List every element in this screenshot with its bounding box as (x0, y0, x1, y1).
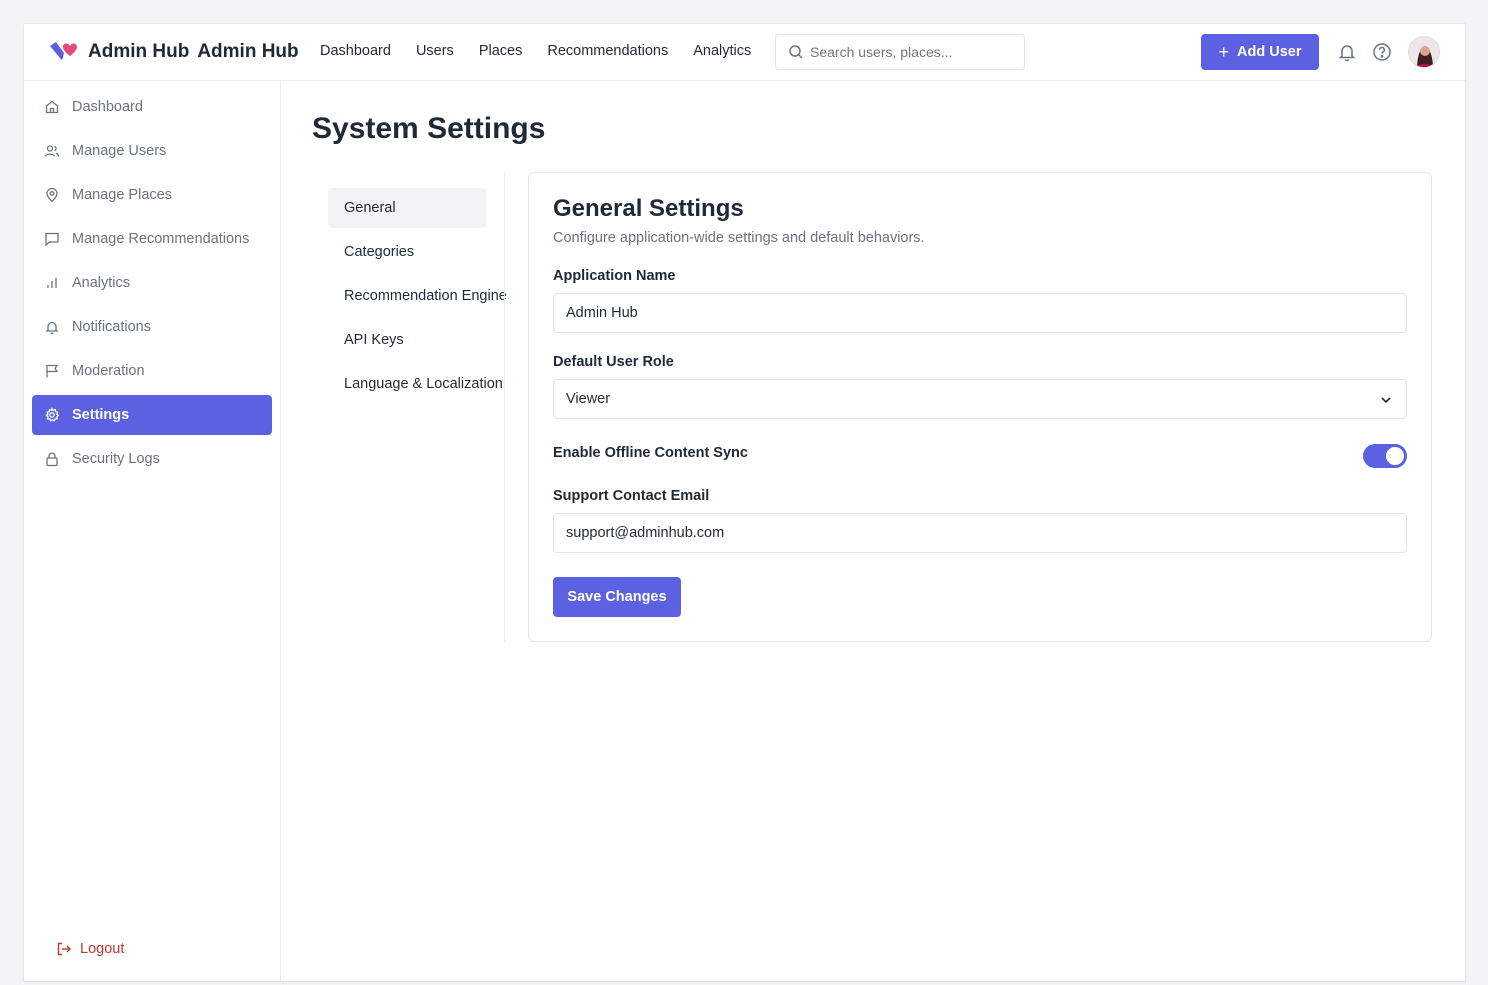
settings-tab-label: Language & Localization (344, 376, 503, 392)
sidebar-item-label: Analytics (72, 275, 131, 291)
bar-chart-icon (47, 278, 57, 288)
settings-tab-label: API Keys (344, 332, 404, 348)
logo-icon (50, 42, 77, 60)
sidebar-item-label: Manage Users (72, 143, 167, 159)
settings-tab-label: General (344, 200, 396, 216)
toggle-knob (1386, 447, 1404, 465)
brand-name-secondary: Admin Hub (197, 41, 299, 62)
search-box[interactable] (775, 34, 1025, 70)
settings-tab-api-keys[interactable]: API Keys (328, 320, 486, 360)
users-icon (44, 145, 60, 157)
support-email-input[interactable] (566, 525, 1406, 541)
sidebar-item-manage-recommendations[interactable]: Manage Recommendations (32, 219, 272, 259)
add-user-label: Add User (1237, 44, 1302, 60)
logout-icon (57, 942, 71, 956)
app-window: Admin Hub Admin Hub Dashboard Users Plac… (24, 24, 1465, 981)
app-name-label: Application Name (553, 268, 676, 284)
sidebar-item-security-logs[interactable]: Security Logs (32, 439, 272, 479)
app-name-input[interactable] (566, 305, 1406, 321)
sidebar-item-label: Manage Recommendations (72, 231, 250, 247)
topnav-users[interactable]: Users (416, 43, 454, 59)
settings-tab-label: Recommendation Engine (344, 288, 507, 304)
sidebar: Dashboard Manage Users Manage Places Man… (24, 81, 281, 981)
support-email-label: Support Contact Email (553, 488, 710, 504)
message-square-icon (45, 232, 59, 247)
bell-icon[interactable] (1336, 41, 1358, 63)
sidebar-item-settings[interactable]: Settings (32, 395, 272, 435)
brand[interactable]: Admin Hub Admin Hub (48, 38, 299, 66)
logout-button[interactable]: Logout (56, 941, 124, 957)
support-email-field[interactable] (553, 513, 1407, 553)
user-avatar-image (1409, 37, 1439, 67)
help-icon[interactable] (1371, 41, 1393, 63)
card-subtitle: Configure application-wide settings and … (553, 230, 925, 246)
settings-tab-general[interactable]: General (328, 188, 486, 228)
offline-sync-label: Enable Offline Content Sync (553, 445, 748, 461)
sidebar-item-notifications[interactable]: Notifications (32, 307, 272, 347)
topnav-analytics[interactable]: Analytics (693, 43, 751, 59)
general-settings-card: General Settings Configure application-w… (528, 172, 1432, 642)
sidebar-item-manage-places[interactable]: Manage Places (32, 175, 272, 215)
topnav-places[interactable]: Places (479, 43, 523, 59)
sidebar-item-dashboard[interactable]: Dashboard (32, 87, 272, 127)
settings-nav: General Categories Recommendation Engine… (328, 172, 507, 642)
topnav-recommendations[interactable]: Recommendations (547, 43, 668, 59)
default-role-select[interactable]: Viewer (553, 379, 1407, 419)
map-pin-icon (46, 187, 58, 203)
sidebar-item-moderation[interactable]: Moderation (32, 351, 272, 391)
sidebar-item-manage-users[interactable]: Manage Users (32, 131, 272, 171)
divider (504, 172, 505, 642)
plus-icon: + (1218, 41, 1230, 62)
sidebar-item-analytics[interactable]: Analytics (32, 263, 272, 303)
card-title: General Settings (553, 195, 744, 222)
lock-icon (46, 452, 58, 467)
brand-name: Admin Hub (88, 41, 190, 62)
sidebar-item-label: Notifications (72, 319, 151, 335)
add-user-button[interactable]: + Add User (1201, 34, 1319, 70)
search-input[interactable] (810, 44, 1010, 60)
page-title: System Settings (312, 112, 546, 145)
gear-icon (45, 407, 60, 422)
bell-icon (45, 321, 59, 335)
settings-tab-label: Categories (344, 244, 415, 260)
settings-tab-categories[interactable]: Categories (328, 232, 486, 272)
logout-label: Logout (80, 941, 125, 957)
sidebar-item-label: Moderation (72, 363, 145, 379)
settings-tab-recommendation-engine[interactable]: Recommendation Engine (328, 276, 507, 316)
sidebar-item-label: Settings (72, 407, 130, 423)
chevron-down-icon (1381, 397, 1391, 404)
save-changes-button[interactable]: Save Changes (553, 577, 681, 617)
home-icon (45, 100, 59, 114)
top-bar: Admin Hub Admin Hub Dashboard Users Plac… (24, 24, 1465, 81)
search-icon (789, 45, 803, 59)
app-name-field[interactable] (553, 293, 1407, 333)
sidebar-item-label: Security Logs (72, 451, 160, 467)
default-role-value: Viewer (566, 391, 611, 407)
settings-tab-language-localization[interactable]: Language & Localization (328, 364, 503, 404)
topnav-dashboard[interactable]: Dashboard (320, 43, 391, 59)
sidebar-item-label: Manage Places (72, 187, 172, 203)
offline-sync-toggle[interactable] (1363, 444, 1407, 468)
default-role-label: Default User Role (553, 354, 674, 370)
avatar[interactable] (1408, 36, 1440, 68)
top-nav: Dashboard Users Places Recommendations A… (320, 43, 776, 59)
flag-icon (46, 364, 59, 378)
sidebar-item-label: Dashboard (72, 99, 143, 115)
